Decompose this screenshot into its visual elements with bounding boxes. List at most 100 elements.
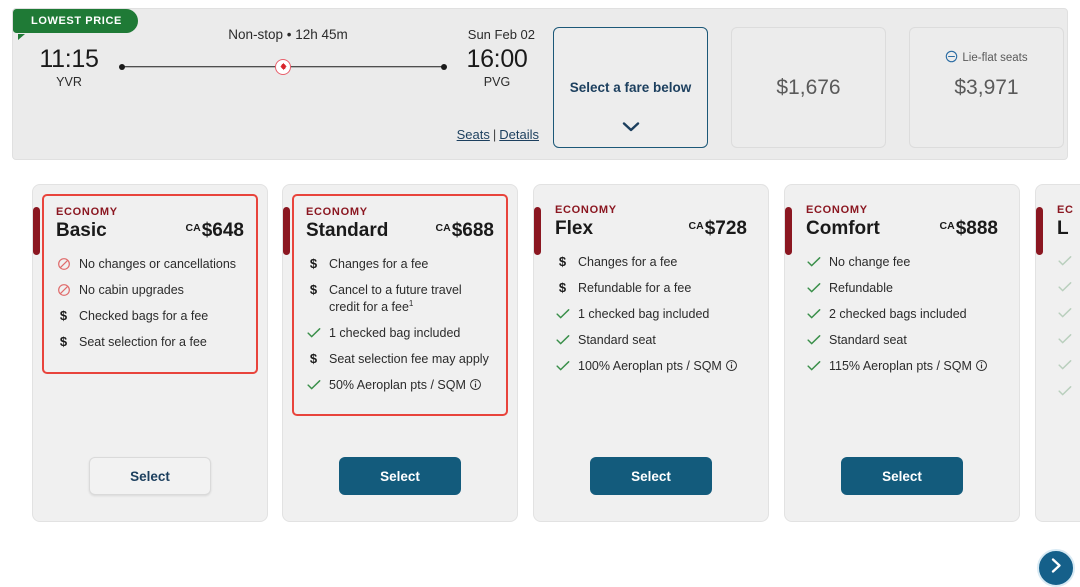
fare-feature-text: Cancel to a future travel credit for a f… — [329, 282, 494, 316]
fare-feature: $ Seat selection fee may apply — [306, 351, 494, 368]
details-link[interactable]: Details — [499, 127, 539, 142]
cabin-card-premium[interactable]: $1,676 — [731, 27, 886, 148]
fare-card-standard[interactable]: ECONOMY Standard CA$688 $ Changes for a … — [282, 184, 518, 522]
fare-feature-main: 115% Aeroplan pts / SQM — [829, 358, 972, 373]
fare-feature-list: $ Changes for a fee $ Refundable for a f… — [555, 254, 747, 374]
lowest-price-badge: LOWEST PRICE — [13, 9, 138, 34]
fare-cabin-tag: ECONOMY — [56, 206, 118, 218]
info-icon[interactable] — [469, 378, 482, 391]
fare-feature-text: Standard seat — [578, 332, 656, 347]
arrival-time: 16:00 — [466, 45, 528, 73]
fare-price: CA$648 — [186, 220, 244, 242]
fare-title-row: Standard CA$688 — [306, 220, 494, 242]
check-icon — [1057, 357, 1072, 373]
fare-feature-text: 1 checked bag included — [578, 306, 710, 321]
chevron-right-icon — [1051, 558, 1062, 578]
fare-cabin-tag: ECONOMY — [806, 204, 868, 216]
fare-feature: $ Checked bags for a fee — [56, 308, 244, 325]
prohibited-icon — [56, 282, 71, 298]
fare-feature-list: No changes or cancellations No cabin upg… — [56, 256, 244, 351]
fare-feature-list — [1057, 254, 1080, 397]
cabin-economy-label: Select a fare below — [569, 80, 692, 95]
check-icon — [306, 377, 321, 393]
cabin-accent-bar — [785, 207, 792, 255]
check-icon — [555, 306, 570, 322]
check-icon — [306, 325, 321, 341]
fare-name: Comfort — [806, 218, 880, 239]
fare-feature-text: 50% Aeroplan pts / SQM — [329, 377, 482, 394]
check-icon — [1057, 383, 1072, 399]
fare-body: ECONOMY Flex CA$728 $ Changes for a fee … — [543, 194, 759, 395]
arrival-date-label: Sun Feb 02 — [467, 27, 535, 42]
fare-body: ECONOMY Comfort CA$888 No change fee Ref… — [794, 194, 1010, 395]
fare-amount: $688 — [451, 220, 494, 241]
fare-feature-list: No change fee Refundable 2 checked bags … — [806, 254, 998, 374]
flight-path-line — [119, 54, 447, 80]
fare-card-basic[interactable]: ECONOMY Basic CA$648 No changes or cance… — [32, 184, 268, 522]
fare-feature — [1057, 332, 1080, 345]
header-links: Seats | Details — [27, 127, 539, 142]
fare-feature: 50% Aeroplan pts / SQM — [306, 377, 494, 394]
fare-feature-text: 2 checked bags included — [829, 306, 967, 321]
lie-flat-label: Lie-flat seats — [962, 52, 1028, 64]
info-icon[interactable] — [725, 359, 738, 372]
fare-currency: CA — [185, 222, 201, 234]
fare-feature: 2 checked bags included — [806, 306, 998, 323]
select-button-comfort[interactable]: Select — [841, 457, 963, 495]
fare-title-row: Basic CA$648 — [56, 220, 244, 242]
fare-feature: No change fee — [806, 254, 998, 271]
fare-feature-text: 115% Aeroplan pts / SQM — [829, 358, 988, 375]
fare-currency: CA — [688, 220, 704, 232]
fare-body: EC L — [1045, 194, 1080, 422]
flight-summary-header: LOWEST PRICE Non-stop • 12h 45m Sun Feb … — [12, 8, 1068, 160]
fare-feature: No changes or cancellations — [56, 256, 244, 273]
fare-feature-main: 50% Aeroplan pts / SQM — [329, 377, 466, 392]
cabin-card-business[interactable]: Lie-flat seats $3,971 — [909, 27, 1064, 148]
fare-amount: $888 — [955, 218, 998, 239]
fare-card-comfort[interactable]: ECONOMY Comfort CA$888 No change fee Ref… — [784, 184, 1020, 522]
departure-time: 11:15 — [39, 45, 99, 73]
fare-feature — [1057, 358, 1080, 371]
departure-airport: YVR — [56, 74, 82, 89]
fare-feature-text: 100% Aeroplan pts / SQM — [578, 358, 738, 375]
departure-block: 11:15 YVR — [27, 45, 111, 89]
fare-feature: 1 checked bag included — [555, 306, 747, 323]
dollar-icon: $ — [59, 333, 68, 349]
fare-feature-text: Refundable for a fee — [578, 280, 692, 295]
info-icon[interactable] — [975, 359, 988, 372]
dollar-icon: $ — [558, 254, 567, 270]
select-button-basic[interactable]: Select — [89, 457, 211, 495]
fare-card-next-partial[interactable]: EC L — [1035, 184, 1080, 522]
check-icon — [806, 332, 821, 348]
fare-feature-main: Cancel to a future travel credit for a f… — [329, 282, 462, 314]
select-button-standard[interactable]: Select — [339, 457, 461, 495]
check-icon — [1057, 279, 1072, 295]
fare-feature: $ Changes for a fee — [555, 254, 747, 271]
fare-feature: Standard seat — [806, 332, 998, 349]
select-button-flex[interactable]: Select — [590, 457, 712, 495]
fare-body: ECONOMY Standard CA$688 $ Changes for a … — [292, 194, 508, 417]
fare-amount: $648 — [201, 220, 244, 241]
fare-price: CA$688 — [436, 220, 494, 242]
fare-price: CA$728 — [689, 218, 747, 240]
fare-feature-text: Refundable — [829, 280, 893, 295]
links-separator: | — [492, 127, 497, 142]
fare-feature: $ Refundable for a fee — [555, 280, 747, 297]
fare-feature: 100% Aeroplan pts / SQM — [555, 358, 747, 375]
check-icon — [806, 358, 821, 374]
lie-flat-seat-icon — [945, 50, 958, 66]
seats-link[interactable]: Seats — [457, 127, 490, 142]
fare-amount: $728 — [704, 218, 747, 239]
fare-currency: CA — [939, 220, 955, 232]
fare-feature — [1057, 306, 1080, 319]
fare-feature-list: $ Changes for a fee $ Cancel to a future… — [306, 256, 494, 393]
fare-feature: 1 checked bag included — [306, 325, 494, 342]
path-dot-destination — [441, 63, 447, 70]
fare-feature-text: Seat selection fee may apply — [329, 351, 489, 366]
fare-card-flex[interactable]: ECONOMY Flex CA$728 $ Changes for a fee … — [533, 184, 769, 522]
cabin-card-economy[interactable]: Select a fare below — [553, 27, 708, 148]
check-icon — [1057, 305, 1072, 321]
check-icon — [555, 358, 570, 374]
check-icon — [806, 306, 821, 322]
carousel-next-button[interactable] — [1037, 549, 1075, 587]
